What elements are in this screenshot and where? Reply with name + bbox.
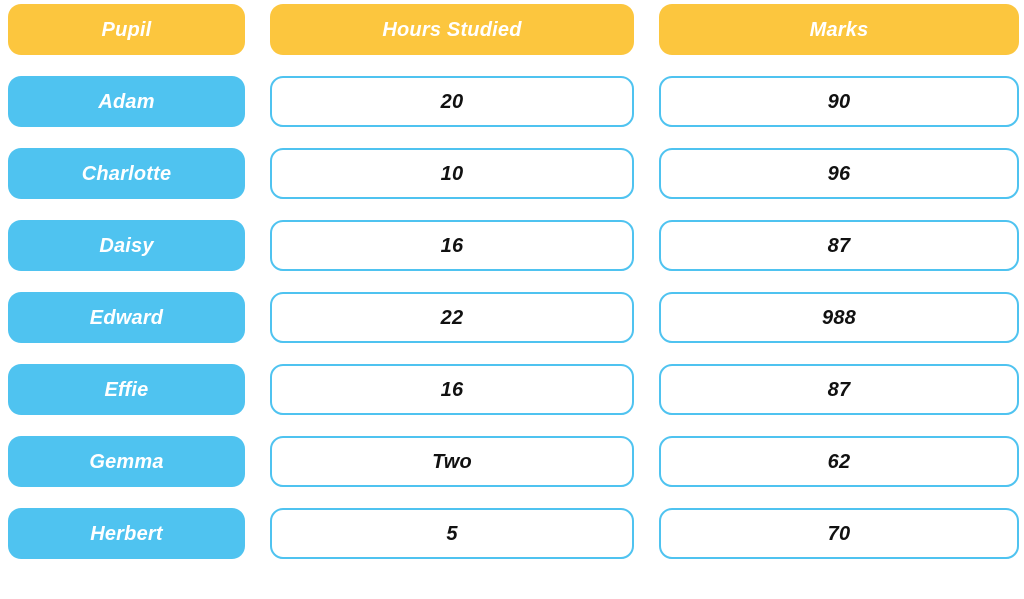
hours-value: 5 [446,522,458,545]
table-row-pupil-name: Gemma [8,436,245,487]
column-header-pupil: Pupil [8,4,245,55]
hours-value: 20 [440,90,464,113]
table-row-hours-cell[interactable]: 10 [270,148,634,199]
marks-value: 988 [822,306,856,329]
table-row-marks-cell[interactable]: 988 [659,292,1019,343]
column-header-marks-label: Marks [809,18,869,41]
marks-value: 90 [827,90,851,113]
table-row-pupil-name: Edward [8,292,245,343]
hours-value: Two [432,450,472,473]
marks-value: 62 [827,450,851,473]
pupil-name-value: Charlotte [81,162,172,185]
table-row-hours-cell[interactable]: Two [270,436,634,487]
table-row-marks-cell[interactable]: 87 [659,220,1019,271]
column-header-hours-studied: Hours Studied [270,4,634,55]
pupil-name-value: Adam [98,90,155,113]
hours-value: 16 [440,234,464,257]
pupil-name-value: Effie [104,378,149,401]
marks-value: 70 [827,522,851,545]
marks-value: 96 [827,162,851,185]
table-row-hours-cell[interactable]: 22 [270,292,634,343]
hours-value: 16 [440,378,464,401]
table-row-pupil-name: Herbert [8,508,245,559]
table-row-marks-cell[interactable]: 90 [659,76,1019,127]
column-header-pupil-label: Pupil [101,18,152,41]
table-row-pupil-name: Daisy [8,220,245,271]
table-row-marks-cell[interactable]: 70 [659,508,1019,559]
pupil-name-value: Gemma [89,450,164,473]
table-row-marks-cell[interactable]: 62 [659,436,1019,487]
pupil-name-value: Edward [89,306,164,329]
column-header-marks: Marks [659,4,1019,55]
table-row-hours-cell[interactable]: 16 [270,220,634,271]
table-grid: Pupil Hours Studied Marks Adam 20 90 Cha… [0,0,1024,559]
hours-value: 22 [440,306,464,329]
pupil-name-value: Herbert [90,522,163,545]
pupil-study-table: Pupil Hours Studied Marks Adam 20 90 Cha… [0,0,1024,599]
table-row-hours-cell[interactable]: 16 [270,364,634,415]
marks-value: 87 [827,234,851,257]
table-row-pupil-name: Effie [8,364,245,415]
pupil-name-value: Daisy [99,234,154,257]
marks-value: 87 [827,378,851,401]
table-row-marks-cell[interactable]: 96 [659,148,1019,199]
table-row-pupil-name: Charlotte [8,148,245,199]
table-row-hours-cell[interactable]: 20 [270,76,634,127]
hours-value: 10 [440,162,464,185]
table-row-hours-cell[interactable]: 5 [270,508,634,559]
column-header-hours-studied-label: Hours Studied [382,18,522,41]
table-row-marks-cell[interactable]: 87 [659,364,1019,415]
table-row-pupil-name: Adam [8,76,245,127]
